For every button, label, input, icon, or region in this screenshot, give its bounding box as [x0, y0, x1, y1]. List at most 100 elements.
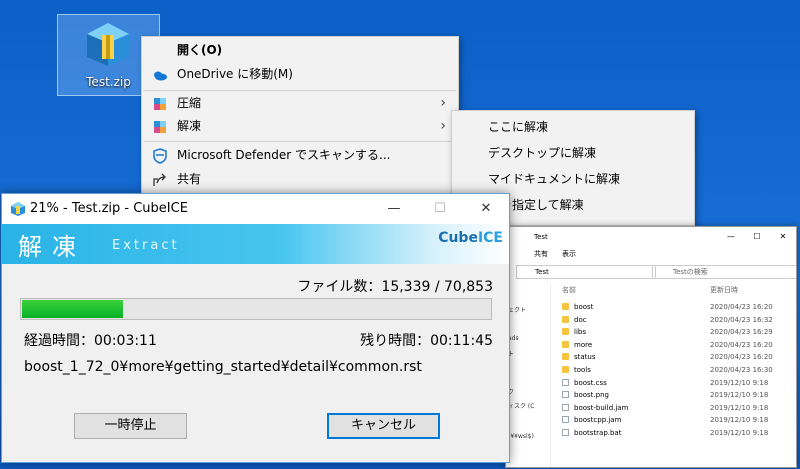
chevron-right-icon: › — [440, 118, 446, 134]
menu-item-label: 解凍 — [177, 119, 202, 133]
close-button[interactable]: ✕ — [463, 194, 509, 224]
folder-icon — [562, 303, 569, 310]
file-date: 2020/04/23 16:20 — [710, 353, 773, 362]
logo-ice-text: ICE — [477, 230, 503, 246]
folder-icon — [562, 353, 569, 361]
column-header-name[interactable]: 名前 — [562, 285, 576, 295]
file-name: boost.css — [574, 378, 607, 387]
file-name: doc — [574, 315, 587, 324]
file-name: boost-build.jam — [574, 403, 629, 412]
cubeice-progress-window: 21% - Test.zip - CubeICE — ☐ ✕ 解凍 Extrac… — [1, 193, 510, 463]
maximize-button: ☐ — [434, 201, 446, 216]
file-list-item[interactable]: libs 2020/04/23 16:29 — [562, 326, 782, 338]
file-name: boostcpp.jam — [574, 416, 622, 425]
file-list-item[interactable]: doc 2020/04/23 16:32 — [562, 314, 782, 326]
menu-item-share[interactable]: 共有 — [142, 168, 458, 191]
folder-icon — [562, 366, 569, 373]
file-list-item[interactable]: more 2020/04/23 16:20 — [562, 339, 782, 351]
nav-item[interactable]: (¥¥wsl$) — [506, 429, 534, 445]
file-icon — [562, 416, 569, 424]
submenu-item-label: ここに解凍 — [488, 120, 549, 134]
file-icon — [562, 429, 569, 436]
explorer-ribbon: 共有 表示 — [506, 247, 796, 261]
submenu-item-extract-here[interactable]: ここに解凍 — [452, 115, 694, 140]
file-date: 2019/12/10 9:18 — [710, 403, 769, 412]
current-file-path: boost_1_72_0¥more¥getting_started¥detail… — [24, 359, 422, 375]
defender-shield-icon — [153, 148, 167, 164]
share-icon — [153, 173, 166, 186]
logo-cube-text: Cube — [438, 230, 478, 246]
menu-item-label: 圧縮 — [177, 96, 202, 110]
explorer-title: Test — [534, 233, 548, 241]
zip-archive-icon — [87, 23, 129, 66]
file-date: 2020/04/23 16:32 — [710, 315, 773, 324]
menu-item-open[interactable]: 開く(O) — [142, 39, 458, 62]
file-date: 2020/04/23 16:30 — [710, 366, 773, 374]
file-list-item[interactable]: boost.png 2019/12/10 9:18 — [562, 389, 782, 401]
cubeice-app-icon — [11, 202, 25, 216]
nav-item[interactable]: ィスク (C — [506, 399, 534, 415]
file-list-item[interactable]: boostcpp.jam 2019/12/10 9:18 — [562, 414, 782, 426]
menu-item-label: 開く(O) — [177, 43, 223, 57]
progress-bar-fill — [22, 300, 124, 318]
folder-icon — [562, 340, 569, 348]
menu-item-label: 共有 — [177, 172, 202, 186]
folder-icon — [562, 315, 569, 323]
file-count: ファイル数：15,339 / 70,853 — [297, 279, 493, 295]
close-button[interactable]: ✕ — [770, 227, 796, 247]
banner-english: Extract — [112, 238, 180, 253]
menu-item-onedrive[interactable]: OneDrive に移動(M) — [142, 63, 458, 86]
cancel-button[interactable]: キャンセル — [327, 413, 440, 439]
file-icon — [562, 391, 569, 399]
file-icon — [562, 378, 569, 386]
search-input[interactable]: Testの検索 — [652, 265, 796, 279]
address-bar[interactable]: Test — [516, 265, 656, 279]
submenu-item-extract-desktop[interactable]: デスクトップに解凍 — [452, 141, 694, 166]
banner-kanji: 解凍 — [18, 233, 86, 261]
pause-button[interactable]: 一時停止 — [74, 413, 187, 439]
progress-bar — [20, 298, 492, 320]
context-menu: 開く(O) OneDrive に移動(M) 圧縮 › 解凍 › Microsof… — [141, 36, 459, 196]
menu-separator — [144, 90, 456, 91]
explorer-titlebar: Test — ☐ ✕ — [506, 227, 796, 247]
cubeice-window-title: 21% - Test.zip - CubeICE — [30, 201, 188, 216]
folder-icon — [562, 328, 569, 336]
extract-banner: 解凍 Extract CubeICE — [2, 224, 509, 264]
file-list-item[interactable]: boost 2020/04/23 16:20 — [562, 301, 782, 313]
submenu-item-label: デスクトップに解凍 — [488, 146, 597, 160]
file-name: status — [574, 353, 596, 362]
file-date: 2020/04/23 16:20 — [710, 303, 773, 311]
file-list-item[interactable]: status 2020/04/23 16:20 — [562, 351, 782, 363]
file-date: 2019/12/10 9:18 — [710, 378, 769, 387]
file-date: 2019/12/10 9:18 — [710, 416, 769, 425]
file-list-header: 名前 更新日時 — [562, 285, 782, 297]
explorer-window: Test — ☐ ✕ 共有 表示 Test Testの検索 ェクト ads ト … — [505, 226, 797, 468]
menu-item-defender-scan[interactable]: Microsoft Defender でスキャンする... — [142, 144, 458, 167]
minimize-button[interactable]: — — [718, 227, 744, 247]
menu-item-label: OneDrive に移動(M) — [177, 67, 293, 81]
search-placeholder: Testの検索 — [673, 268, 708, 276]
file-list-item[interactable]: bootstrap.bat 2019/12/10 9:18 — [562, 427, 782, 439]
file-date: 2019/12/10 9:18 — [710, 429, 769, 437]
column-header-date[interactable]: 更新日時 — [710, 285, 738, 295]
menu-item-compress[interactable]: 圧縮 › — [142, 92, 458, 115]
address-text: Test — [535, 268, 549, 276]
remaining-time: 残り時間：00:11:45 — [360, 333, 493, 349]
maximize-button[interactable]: ☐ — [744, 227, 770, 247]
menu-separator — [144, 141, 456, 142]
navigation-pane: ェクト ads ト ク ィスク (C (¥¥wsl$) — [506, 283, 551, 467]
minimize-button[interactable]: — — [371, 194, 417, 224]
file-name: more — [574, 340, 593, 349]
file-name: libs — [574, 328, 586, 337]
file-list-item[interactable]: tools 2020/04/23 16:30 — [562, 364, 782, 376]
ribbon-tab-share[interactable]: 共有 — [534, 247, 548, 261]
file-list-item[interactable]: boost-build.jam 2019/12/10 9:18 — [562, 402, 782, 414]
file-icon — [562, 403, 569, 411]
cubeice-compress-icon — [154, 98, 166, 110]
ribbon-tab-view[interactable]: 表示 — [562, 247, 576, 261]
file-date: 2020/04/23 16:29 — [710, 328, 773, 337]
file-name: boost.png — [574, 391, 609, 400]
file-list-item[interactable]: boost.css 2019/12/10 9:18 — [562, 377, 782, 389]
menu-item-extract[interactable]: 解凍 › — [142, 115, 458, 138]
submenu-item-extract-documents[interactable]: マイドキュメントに解凍 — [452, 167, 694, 192]
